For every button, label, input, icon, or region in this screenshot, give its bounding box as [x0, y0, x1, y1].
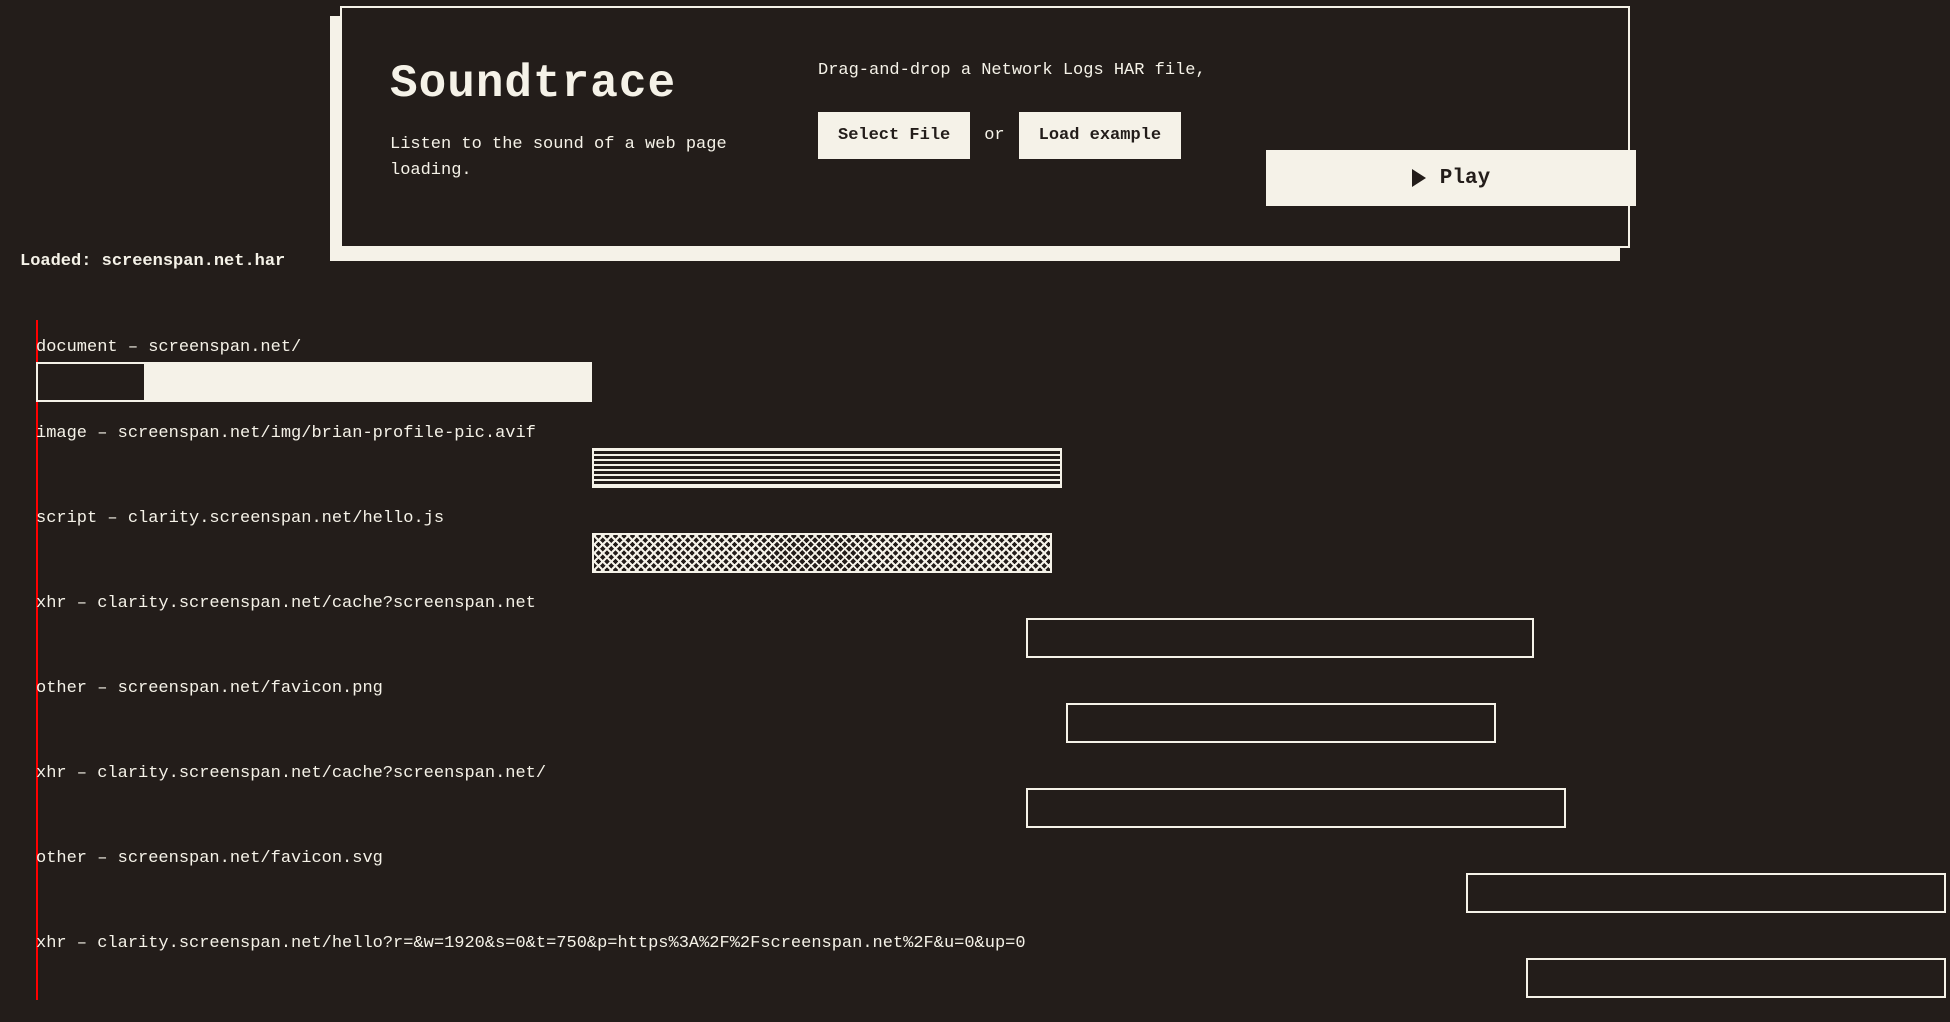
- instruction-text: Drag-and-drop a Network Logs HAR file,: [818, 58, 1218, 84]
- header-panel: Soundtrace Listen to the sound of a web …: [340, 6, 1630, 254]
- playhead-line[interactable]: [36, 320, 38, 1000]
- loaded-status: Loaded: screenspan.net.har: [20, 252, 285, 271]
- entry-bar[interactable]: [1026, 788, 1566, 828]
- entry-bar[interactable]: [1066, 703, 1496, 743]
- tagline: Listen to the sound of a web page loadin…: [390, 132, 770, 183]
- entry-label: image – screenspan.net/img/brian-profile…: [36, 424, 536, 443]
- entry-label: xhr – clarity.screenspan.net/cache?scree…: [36, 764, 546, 783]
- entry-bar[interactable]: [592, 533, 1052, 573]
- timeline-entry: other – screenspan.net/favicon.png: [36, 679, 383, 704]
- timeline-entry: script – clarity.screenspan.net/hello.js: [36, 509, 444, 534]
- play-label: Play: [1440, 167, 1490, 190]
- header-content: Soundtrace Listen to the sound of a web …: [340, 6, 1630, 248]
- timeline-entry: image – screenspan.net/img/brian-profile…: [36, 424, 536, 449]
- timeline-entry: xhr – clarity.screenspan.net/cache?scree…: [36, 764, 546, 789]
- entry-label: script – clarity.screenspan.net/hello.js: [36, 509, 444, 528]
- timeline-entry: xhr – clarity.screenspan.net/cache?scree…: [36, 594, 536, 619]
- entry-label: other – screenspan.net/favicon.png: [36, 679, 383, 698]
- entry-bar[interactable]: [592, 448, 1062, 488]
- entry-bar[interactable]: [1026, 618, 1534, 658]
- entry-prebar: [36, 362, 144, 402]
- play-icon: [1412, 169, 1426, 187]
- button-row: Select File or Load example: [818, 112, 1218, 159]
- entry-label: other – screenspan.net/favicon.svg: [36, 849, 383, 868]
- timeline: document – screenspan.net/image – screen…: [36, 320, 1930, 1022]
- entry-label: document – screenspan.net/: [36, 338, 301, 357]
- entry-bar[interactable]: [1526, 958, 1946, 998]
- select-file-button[interactable]: Select File: [818, 112, 970, 159]
- timeline-entry: other – screenspan.net/favicon.svg: [36, 849, 383, 874]
- app-title: Soundtrace: [390, 58, 770, 110]
- or-text: or: [984, 126, 1004, 145]
- header-mid: Drag-and-drop a Network Logs HAR file, S…: [818, 58, 1218, 206]
- loaded-filename: screenspan.net.har: [102, 252, 286, 271]
- timeline-entry: xhr – clarity.screenspan.net/hello?r=&w=…: [36, 934, 1026, 959]
- header-left: Soundtrace Listen to the sound of a web …: [390, 58, 770, 206]
- timeline-entry: document – screenspan.net/: [36, 338, 301, 363]
- header-right: Play: [1266, 58, 1636, 206]
- entry-label: xhr – clarity.screenspan.net/cache?scree…: [36, 594, 536, 613]
- entry-bar[interactable]: [144, 362, 592, 402]
- play-button[interactable]: Play: [1266, 150, 1636, 206]
- loaded-prefix: Loaded:: [20, 252, 102, 271]
- entry-bar[interactable]: [1466, 873, 1946, 913]
- entry-label: xhr – clarity.screenspan.net/hello?r=&w=…: [36, 934, 1026, 953]
- load-example-button[interactable]: Load example: [1019, 112, 1181, 159]
